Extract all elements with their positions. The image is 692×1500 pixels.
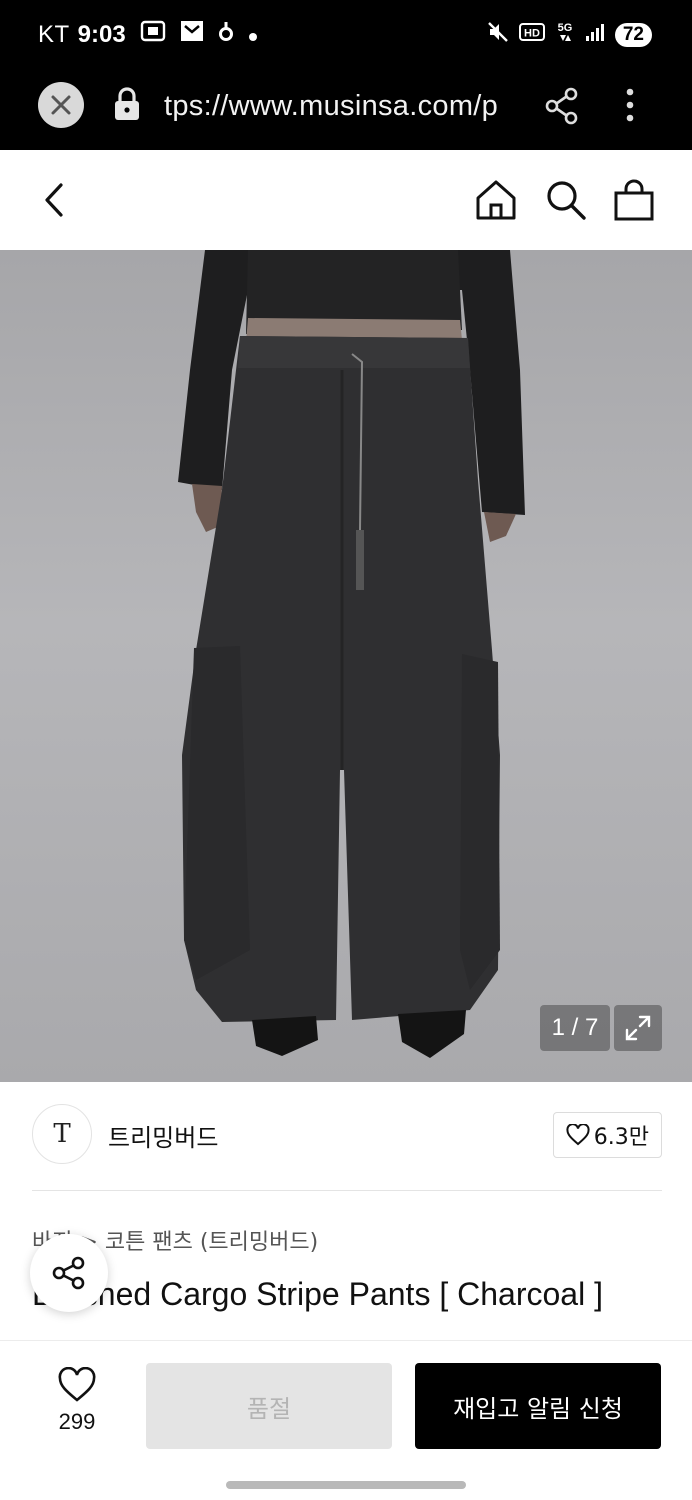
notification-icon [180, 20, 204, 49]
url-bar[interactable]: tps://www.musinsa.com/p [164, 90, 516, 123]
svg-text:5G: 5G [558, 22, 573, 34]
app-icon [218, 20, 234, 49]
status-time: 9:03 [77, 20, 126, 48]
sold-out-button[interactable]: 품절 [146, 1363, 392, 1449]
back-button[interactable] [36, 180, 72, 224]
network-icon: 5G [555, 20, 575, 49]
expand-image-button[interactable] [614, 1005, 662, 1051]
browser-bar: tps://www.musinsa.com/p [0, 72, 692, 150]
status-bar: KT 9:03 HD 5G 72 [0, 0, 692, 72]
share-icon[interactable] [544, 86, 580, 130]
close-tab-button[interactable] [38, 82, 84, 128]
divider [32, 1190, 662, 1191]
expand-icon [625, 1015, 651, 1041]
product-image[interactable] [0, 250, 692, 1082]
restock-alert-button[interactable]: 재입고 알림 신청 [415, 1363, 661, 1449]
app-header [0, 150, 692, 250]
image-counter: 1 / 7 [540, 1005, 610, 1051]
brand-name[interactable]: 트리밍버드 [108, 1118, 218, 1153]
wishlist-count: 299 [58, 1409, 96, 1434]
search-button[interactable] [544, 178, 588, 226]
brand-like-count: 6.3만 [593, 1125, 649, 1150]
svg-text:HD: HD [524, 28, 540, 40]
brand-like-button[interactable]: 6.3만 [552, 1112, 662, 1158]
home-indicator[interactable] [226, 1481, 466, 1489]
home-icon [476, 180, 516, 220]
product-title: Brushed Cargo Stripe Pants [ Charcoal ] [32, 1276, 603, 1312]
floating-share-button[interactable] [30, 1234, 108, 1312]
chevron-left-icon [45, 183, 63, 217]
battery-level: 72 [614, 22, 652, 47]
brand-row[interactable]: T 트리밍버드 6.3만 [32, 1104, 662, 1168]
product-photo [178, 250, 525, 1058]
brand-logo[interactable]: T [32, 1104, 92, 1164]
dot-icon [248, 21, 258, 49]
lock-icon[interactable] [112, 86, 142, 126]
heart-icon [566, 1124, 590, 1146]
heart-icon [58, 1366, 96, 1402]
screenshot-icon [140, 20, 166, 49]
share-icon [52, 1256, 85, 1290]
shopping-bag-icon [614, 179, 654, 221]
home-button[interactable] [474, 178, 518, 226]
mute-icon [487, 21, 509, 48]
close-icon [51, 95, 71, 115]
wishlist-button[interactable]: 299 [40, 1366, 114, 1435]
signal-icon [585, 22, 605, 47]
cart-button[interactable] [612, 178, 656, 226]
hd-icon: HD [518, 22, 545, 47]
search-icon [547, 181, 586, 220]
carrier-label: KT [38, 20, 70, 48]
more-options-icon[interactable] [618, 86, 642, 130]
bottom-action-bar: 299 품절 재입고 알림 신청 [0, 1340, 692, 1470]
